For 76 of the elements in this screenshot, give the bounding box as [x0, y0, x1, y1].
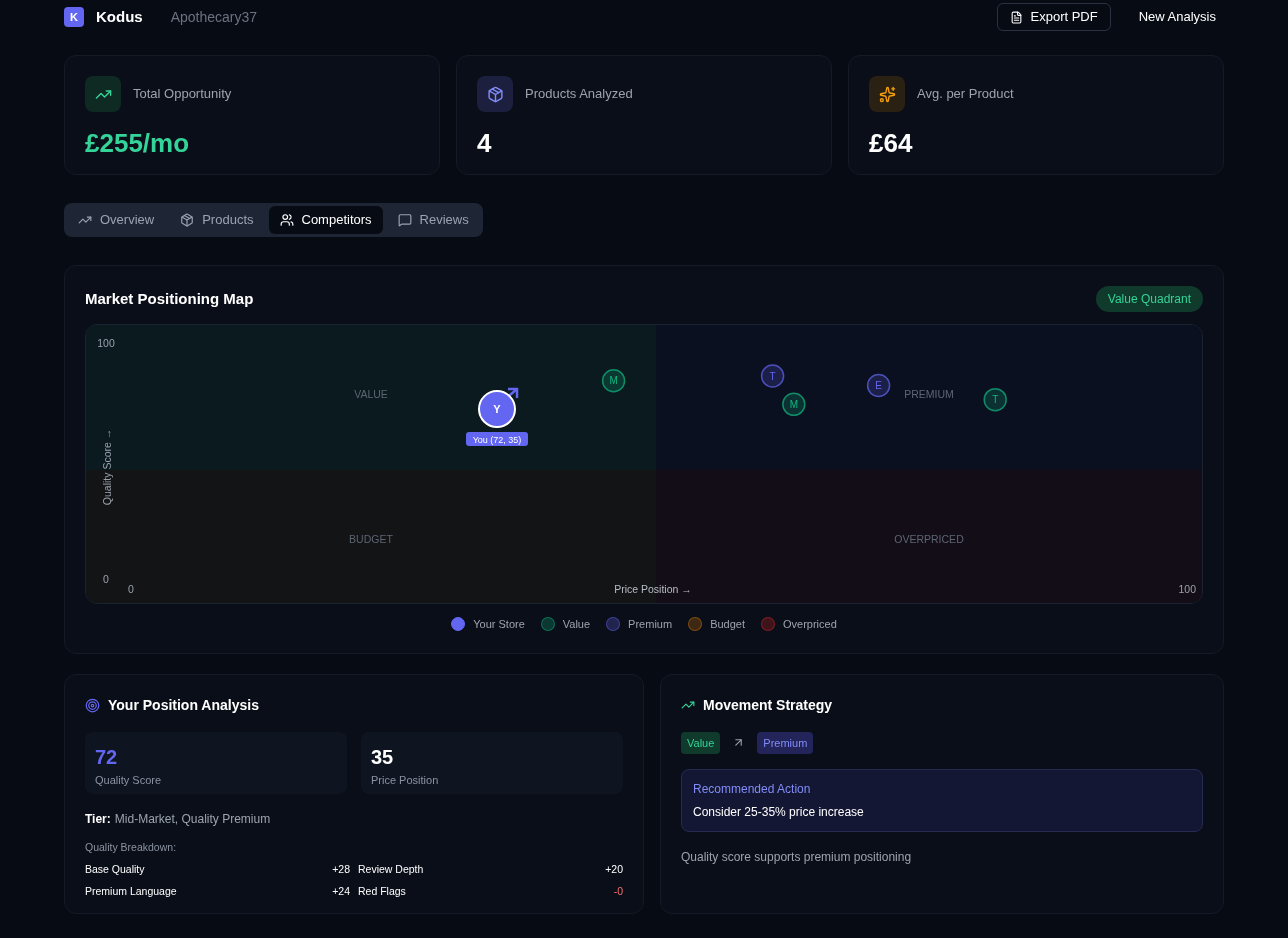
- y-axis-label: Quality Score →: [101, 428, 113, 506]
- stat-label: Total Opportunity: [133, 85, 232, 104]
- your-store-marker: Y: [478, 390, 516, 429]
- card-title: Movement Strategy: [703, 695, 833, 715]
- box-icon: [180, 213, 195, 227]
- new-analysis-button[interactable]: New Analysis: [1130, 7, 1224, 27]
- legend-label: Premium: [628, 617, 673, 632]
- competitor-marker: E: [866, 373, 891, 398]
- breakdown-label: Premium Language: [85, 884, 177, 899]
- legend-label: Value: [562, 617, 591, 632]
- store-name: Apothecary37: [170, 7, 258, 27]
- annotation: M: [789, 398, 798, 410]
- stat-label: Products Analyzed: [525, 85, 633, 104]
- position-tooltip: You (72, 35): [466, 432, 528, 447]
- target-icon: [85, 697, 100, 713]
- breakdown-title: Quality Breakdown:: [85, 839, 178, 855]
- chat-icon: [397, 213, 412, 227]
- tier-label: Tier:: [85, 810, 111, 828]
- tab[interactable]: Reviews: [386, 206, 480, 234]
- annotation: T: [992, 394, 999, 406]
- breakdown-label: Red Flags: [358, 884, 406, 899]
- tab[interactable]: Products: [169, 206, 265, 234]
- card-title: Market Positioning Map: [85, 288, 254, 309]
- annotation: You (72, 35): [472, 434, 522, 445]
- action-text: Consider 25-35% price increase: [693, 804, 865, 821]
- breakdown-value: -0: [613, 884, 623, 899]
- competitor-marker: T: [760, 364, 785, 388]
- document-icon: [1009, 10, 1023, 24]
- annotation: M: [609, 375, 618, 387]
- quadrant-label: BUDGET: [349, 532, 393, 547]
- legend-label: Overpriced: [783, 617, 837, 632]
- y-tick-label: 0: [103, 573, 109, 585]
- breakdown-value: +24: [332, 884, 350, 899]
- stat-value: £64: [869, 127, 914, 160]
- competitor-marker: M: [601, 369, 626, 393]
- tab[interactable]: Competitors: [268, 206, 383, 234]
- y-tick-label: 100: [97, 337, 115, 349]
- users-icon: [279, 213, 294, 227]
- annotation: T: [769, 370, 776, 382]
- quadrant-label: VALUE: [354, 387, 388, 402]
- sparkle-icon: [869, 76, 905, 112]
- trend-up-icon: [85, 76, 121, 112]
- breakdown-label: Review Depth: [358, 862, 424, 878]
- x-tick-label: 0: [128, 583, 134, 595]
- breakdown-value: +20: [605, 862, 623, 878]
- tier-tag: Value: [681, 731, 721, 754]
- stat-value: £255/mo: [85, 127, 191, 160]
- annotation: E: [875, 379, 883, 391]
- tab[interactable]: Overview: [67, 206, 166, 234]
- brand-name: Kodus: [96, 6, 143, 27]
- x-axis-label: Price Position →: [614, 583, 692, 595]
- metric-label: Price Position: [371, 772, 440, 788]
- competitor-marker: M: [782, 392, 806, 417]
- breakdown-label: Base Quality: [85, 862, 145, 878]
- stat-value: 4: [477, 127, 493, 160]
- metric-value: 35: [371, 744, 395, 770]
- tier-tag: Premium: [757, 731, 814, 754]
- legend-label: Your Store: [473, 617, 525, 632]
- export-button[interactable]: Export PDF: [996, 3, 1111, 31]
- strategy-note: Quality score supports premium positioning: [681, 849, 913, 866]
- metric-label: Quality Score: [95, 772, 163, 788]
- quadrant-label: OVERPRICED: [894, 532, 964, 547]
- x-tick-label: 100: [1178, 583, 1196, 595]
- tier-value: Mid-Market, Quality Premium: [114, 810, 271, 828]
- competitor-marker: T: [983, 387, 1007, 412]
- action-title: Recommended Action: [693, 781, 812, 798]
- annotation: Y: [493, 403, 502, 416]
- quadrant-label: PREMIUM: [904, 387, 954, 402]
- breakdown-value: +28: [332, 862, 350, 878]
- stat-label: Avg. per Product: [917, 85, 1014, 104]
- legend-label: Budget: [710, 617, 745, 632]
- card-title: Your Position Analysis: [108, 695, 259, 715]
- quadrant-badge: Value Quadrant: [1095, 286, 1203, 312]
- metric-value: 72: [95, 744, 119, 770]
- box-icon: [477, 76, 513, 112]
- logo: K: [64, 7, 84, 27]
